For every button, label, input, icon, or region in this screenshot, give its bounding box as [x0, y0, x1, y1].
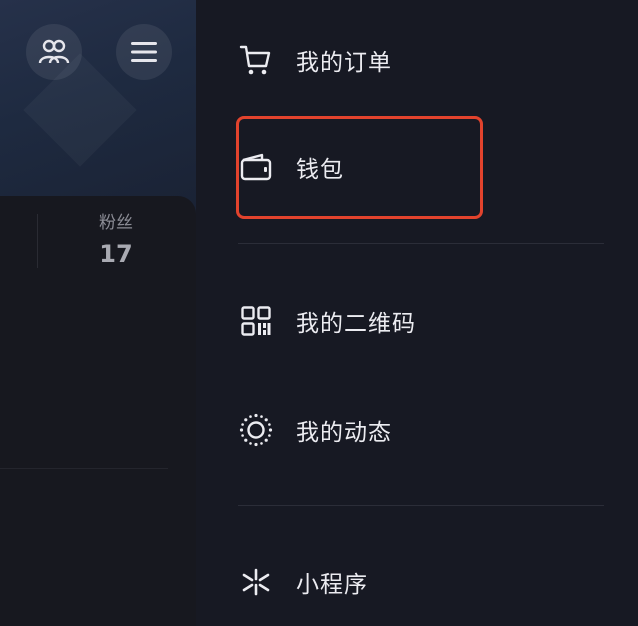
- side-drawer: 我的订单 钱包 我的二维码 我的动态 小程序: [196, 0, 638, 626]
- mini-program-icon: [238, 564, 274, 600]
- menu-item-label: 小程序: [296, 572, 368, 598]
- menu-button[interactable]: [116, 24, 172, 80]
- cart-icon: [238, 42, 274, 78]
- stats-card: 粉丝 17: [0, 196, 196, 626]
- fans-label: 粉丝: [99, 213, 133, 233]
- menu-item-mini-program[interactable]: 小程序: [196, 552, 638, 612]
- menu-item-label: 我的二维码: [296, 311, 416, 337]
- wallet-icon: [238, 149, 274, 185]
- menu-item-label: 钱包: [296, 157, 344, 183]
- menu-divider: [238, 505, 604, 506]
- menu-item-qrcode[interactable]: 我的二维码: [196, 291, 638, 351]
- menu-item-label: 我的订单: [296, 50, 392, 76]
- friends-button[interactable]: [26, 24, 82, 80]
- friends-icon: [38, 39, 70, 64]
- menu-divider: [238, 243, 604, 244]
- profile-page-background: 粉丝 17: [0, 0, 196, 626]
- profile-header: [0, 0, 196, 215]
- fans-count[interactable]: 17: [86, 240, 146, 268]
- menu-item-wallet[interactable]: 钱包: [196, 137, 638, 197]
- sun-icon: [238, 412, 274, 448]
- hamburger-menu-icon: [131, 42, 157, 62]
- stats-divider: [37, 214, 38, 268]
- menu-item-label: 我的动态: [296, 420, 392, 446]
- menu-item-moments[interactable]: 我的动态: [196, 400, 638, 460]
- screen: 粉丝 17 我的订单 钱包 我的二维码 我的动态 小程序: [0, 0, 638, 626]
- qrcode-icon: [238, 303, 274, 339]
- section-divider: [0, 468, 168, 469]
- menu-item-orders[interactable]: 我的订单: [196, 30, 638, 90]
